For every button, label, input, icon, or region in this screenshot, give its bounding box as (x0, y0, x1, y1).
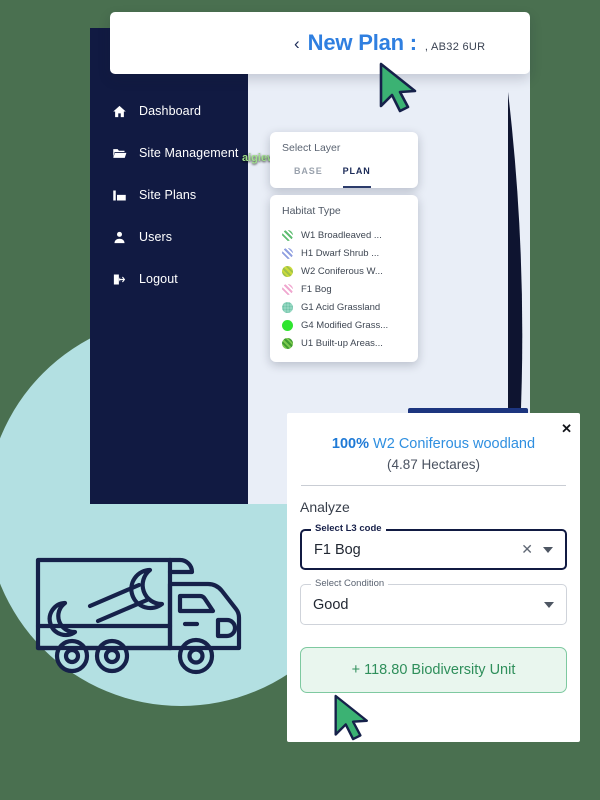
page-title: New Plan : (307, 30, 417, 55)
analyze-area: (4.87 Hectares) (386, 457, 481, 472)
field-legend: Select L3 code (311, 523, 386, 534)
habitat-swatch-icon (282, 265, 293, 277)
select-condition-value: Good (313, 596, 349, 613)
page-header: ‹ New Plan : , AB32 6UR (110, 12, 530, 74)
sidebar-item-users[interactable]: Users (90, 216, 248, 258)
habitat-label: U1 Built-up Areas... (301, 337, 383, 349)
select-condition-box[interactable]: Good (300, 584, 567, 625)
biodiversity-unit-result[interactable]: + 118.80 Biodiversity Unit (300, 647, 567, 693)
list-item[interactable]: W2 Coniferous W... (282, 262, 406, 280)
habitat-type-card: Habitat Type W1 Broadleaved ... H1 Dwarf… (270, 195, 418, 362)
habitat-swatch-icon (282, 283, 293, 295)
habitat-swatch-icon (282, 319, 293, 331)
select-l3-code-field[interactable]: Select L3 code F1 Bog ✕ (300, 523, 567, 570)
analyze-habitat-summary: 100% W2 Coniferous woodland (300, 436, 567, 452)
field-legend: Select Condition (311, 578, 389, 589)
chevron-left-icon[interactable]: ‹ (294, 35, 300, 52)
sidebar-item-site-management[interactable]: Site Management (90, 132, 248, 174)
analyze-header: 100% W2 Coniferous woodland (4.87 Hectar… (300, 436, 567, 472)
habitat-swatch-icon (282, 301, 293, 313)
habitat-label: G1 Acid Grassland (301, 301, 381, 313)
chevron-down-icon[interactable] (543, 546, 553, 553)
list-item[interactable]: U1 Built-up Areas... (282, 334, 406, 352)
analyze-percent: 100% (331, 436, 370, 452)
select-l3-code-value: F1 Bog (314, 541, 361, 558)
sidebar-item-label: Site Management (139, 146, 239, 160)
select-condition-field[interactable]: Select Condition Good (300, 578, 567, 625)
habitat-label: G4 Modified Grass... (301, 319, 389, 331)
divider (301, 485, 566, 486)
user-icon (112, 230, 127, 245)
sidebar-item-logout[interactable]: Logout (90, 258, 248, 300)
home-icon (112, 104, 127, 119)
tab-base[interactable]: BASE (294, 166, 323, 188)
header-postcode: , AB32 6UR (424, 41, 486, 53)
habitat-label: W2 Coniferous W... (301, 265, 383, 277)
sidebar-item-dashboard[interactable]: Dashboard (90, 90, 248, 132)
header-title-group: ‹ New Plan : , AB32 6UR (110, 30, 485, 56)
habitat-swatch-icon (282, 247, 293, 259)
habitat-label: W1 Broadleaved ... (301, 229, 382, 241)
list-item[interactable]: W1 Broadleaved ... (282, 226, 406, 244)
truck-with-wrench-illustration (35, 557, 242, 675)
logout-icon (112, 272, 127, 287)
select-layer-card: Select Layer BASE PLAN (270, 132, 418, 188)
close-icon[interactable]: ✕ (561, 422, 572, 435)
sidebar-item-label: Users (139, 230, 173, 244)
analyze-panel: ✕ 100% W2 Coniferous woodland (4.87 Hect… (287, 413, 580, 742)
list-item[interactable]: G1 Acid Grassland (282, 298, 406, 316)
layer-tabs: BASE PLAN (282, 166, 406, 188)
select-l3-code-box[interactable]: F1 Bog ✕ (300, 529, 567, 570)
tab-plan[interactable]: PLAN (342, 166, 371, 188)
list-item[interactable]: G4 Modified Grass... (282, 316, 406, 334)
sidebar: Dashboard Site Management Site Plans Use… (90, 28, 248, 504)
list-item[interactable]: F1 Bog (282, 280, 406, 298)
habitat-label: H1 Dwarf Shrub ... (301, 247, 380, 259)
sidebar-item-label: Site Plans (139, 188, 197, 202)
analyze-habitat-name: W2 Coniferous woodland (373, 436, 536, 452)
chevron-down-icon[interactable] (544, 601, 554, 608)
analyze-section-title: Analyze (300, 499, 350, 515)
layer-panel: Select Layer BASE PLAN Habitat Type W1 B… (270, 132, 418, 362)
list-item[interactable]: H1 Dwarf Shrub ... (282, 244, 406, 262)
habitat-swatch-icon (282, 229, 293, 241)
site-plan-icon (112, 188, 127, 203)
sidebar-item-site-plans[interactable]: Site Plans (90, 174, 248, 216)
select-layer-title: Select Layer (282, 142, 341, 154)
close-icon[interactable]: ✕ (521, 541, 533, 558)
habitat-swatch-icon (282, 337, 293, 349)
sidebar-item-label: Logout (139, 272, 178, 286)
habitat-type-title: Habitat Type (282, 205, 341, 217)
habitat-label: F1 Bog (301, 283, 332, 295)
sidebar-nav-list: Dashboard Site Management Site Plans Use… (90, 90, 248, 300)
sidebar-item-label: Dashboard (139, 104, 202, 118)
folder-open-icon (112, 146, 127, 161)
